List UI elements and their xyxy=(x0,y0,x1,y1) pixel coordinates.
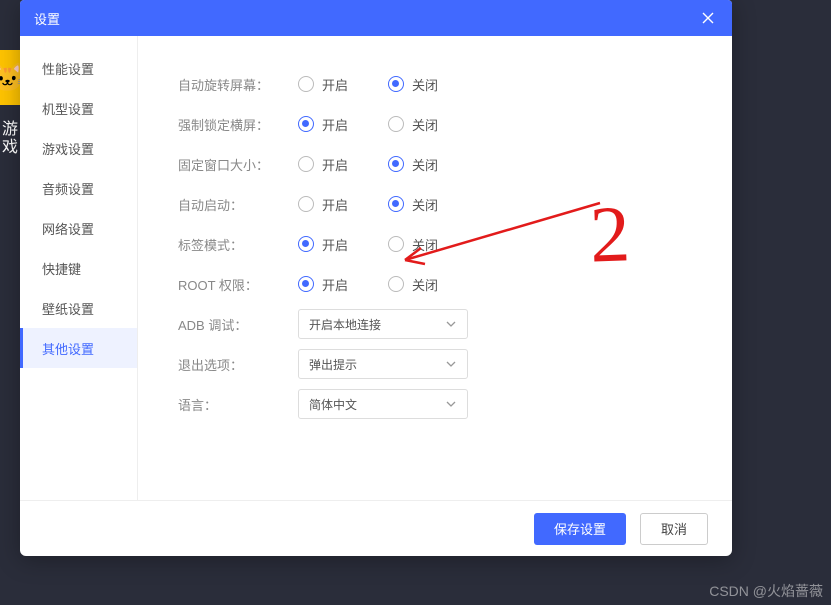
row-language: 语言： 简体中文 xyxy=(178,384,732,424)
radio-label: 开启 xyxy=(322,155,348,174)
radio-icon xyxy=(298,116,314,132)
sidebar-item-shortcut[interactable]: 快捷键 xyxy=(20,248,137,288)
close-icon[interactable] xyxy=(698,8,718,28)
button-label: 取消 xyxy=(661,519,687,538)
radio-icon xyxy=(388,116,404,132)
row-label: 退出选项： xyxy=(178,355,298,374)
radio-icon xyxy=(388,76,404,92)
row-tab-mode: 标签模式： 开启 关闭 xyxy=(178,224,732,264)
sidebar-item-audio[interactable]: 音频设置 xyxy=(20,168,137,208)
radio-on[interactable]: 开启 xyxy=(298,155,348,174)
row-adb: ADB 调试： 开启本地连接 xyxy=(178,304,732,344)
radio-group: 开启 关闭 xyxy=(298,195,438,214)
radio-on[interactable]: 开启 xyxy=(298,275,348,294)
sidebar-item-network[interactable]: 网络设置 xyxy=(20,208,137,248)
sidebar-item-performance[interactable]: 性能设置 xyxy=(20,48,137,88)
sidebar-item-label: 其他设置 xyxy=(42,339,94,358)
sidebar-item-label: 性能设置 xyxy=(42,59,94,78)
settings-modal: 设置 性能设置 机型设置 游戏设置 音频设置 网络设置 快捷键 壁纸设置 其他设… xyxy=(20,0,732,556)
sidebar-item-model[interactable]: 机型设置 xyxy=(20,88,137,128)
bg-sidebar-text: 游戏 xyxy=(0,120,19,156)
radio-label: 关闭 xyxy=(412,235,438,254)
save-button[interactable]: 保存设置 xyxy=(534,513,626,545)
sidebar-item-label: 快捷键 xyxy=(42,259,81,278)
radio-off[interactable]: 关闭 xyxy=(388,195,438,214)
radio-group: 开启 关闭 xyxy=(298,275,438,294)
radio-icon xyxy=(298,196,314,212)
radio-off[interactable]: 关闭 xyxy=(388,275,438,294)
sidebar-item-label: 游戏设置 xyxy=(42,139,94,158)
row-fixed-window: 固定窗口大小： 开启 关闭 xyxy=(178,144,732,184)
select-value: 简体中文 xyxy=(309,396,357,413)
adb-select[interactable]: 开启本地连接 xyxy=(298,309,468,339)
row-label: 自动启动： xyxy=(178,195,298,214)
select-value: 开启本地连接 xyxy=(309,316,381,333)
radio-group: 开启 关闭 xyxy=(298,155,438,174)
radio-icon xyxy=(298,236,314,252)
watermark: CSDN @火焰蔷薇 xyxy=(709,581,823,601)
radio-icon xyxy=(388,196,404,212)
radio-icon xyxy=(388,276,404,292)
row-label: 标签模式： xyxy=(178,235,298,254)
sidebar-item-label: 壁纸设置 xyxy=(42,299,94,318)
chevron-down-icon xyxy=(445,318,457,333)
row-root: ROOT 权限： 开启 关闭 xyxy=(178,264,732,304)
row-exit: 退出选项： 弹出提示 xyxy=(178,344,732,384)
radio-off[interactable]: 关闭 xyxy=(388,155,438,174)
row-auto-start: 自动启动： 开启 关闭 xyxy=(178,184,732,224)
radio-label: 开启 xyxy=(322,235,348,254)
radio-label: 开启 xyxy=(322,275,348,294)
radio-group: 开启 关闭 xyxy=(298,75,438,94)
row-label: 强制锁定横屏： xyxy=(178,115,298,134)
radio-off[interactable]: 关闭 xyxy=(388,75,438,94)
row-force-landscape: 强制锁定横屏： 开启 关闭 xyxy=(178,104,732,144)
row-label: 固定窗口大小： xyxy=(178,155,298,174)
radio-off[interactable]: 关闭 xyxy=(388,235,438,254)
radio-icon xyxy=(298,76,314,92)
sidebar-item-label: 音频设置 xyxy=(42,179,94,198)
radio-label: 关闭 xyxy=(412,115,438,134)
row-label: 语言： xyxy=(178,395,298,414)
select-value: 弹出提示 xyxy=(309,356,357,373)
modal-title: 设置 xyxy=(34,9,698,28)
row-label: ADB 调试： xyxy=(178,315,298,334)
radio-icon xyxy=(388,236,404,252)
radio-label: 关闭 xyxy=(412,275,438,294)
chevron-down-icon xyxy=(445,398,457,413)
sidebar-item-game[interactable]: 游戏设置 xyxy=(20,128,137,168)
row-label: 自动旋转屏幕： xyxy=(178,75,298,94)
radio-group: 开启 关闭 xyxy=(298,235,438,254)
radio-off[interactable]: 关闭 xyxy=(388,115,438,134)
radio-icon xyxy=(388,156,404,172)
radio-icon xyxy=(298,276,314,292)
radio-on[interactable]: 开启 xyxy=(298,75,348,94)
exit-select[interactable]: 弹出提示 xyxy=(298,349,468,379)
sidebar-item-label: 网络设置 xyxy=(42,219,94,238)
row-label: ROOT 权限： xyxy=(178,275,298,294)
settings-content: 自动旋转屏幕： 开启 关闭 强制锁定横屏： 开启 关闭 固定窗口大小： 开启 关… xyxy=(138,36,732,500)
radio-label: 开启 xyxy=(322,195,348,214)
radio-group: 开启 关闭 xyxy=(298,115,438,134)
settings-sidebar: 性能设置 机型设置 游戏设置 音频设置 网络设置 快捷键 壁纸设置 其他设置 xyxy=(20,36,138,500)
radio-label: 关闭 xyxy=(412,195,438,214)
radio-label: 关闭 xyxy=(412,155,438,174)
modal-footer: 保存设置 取消 xyxy=(20,500,732,556)
sidebar-item-wallpaper[interactable]: 壁纸设置 xyxy=(20,288,137,328)
radio-on[interactable]: 开启 xyxy=(298,235,348,254)
radio-label: 关闭 xyxy=(412,75,438,94)
row-auto-rotate: 自动旋转屏幕： 开启 关闭 xyxy=(178,64,732,104)
radio-on[interactable]: 开启 xyxy=(298,195,348,214)
radio-on[interactable]: 开启 xyxy=(298,115,348,134)
chevron-down-icon xyxy=(445,358,457,373)
titlebar: 设置 xyxy=(20,0,732,36)
radio-label: 开启 xyxy=(322,75,348,94)
radio-icon xyxy=(298,156,314,172)
language-select[interactable]: 简体中文 xyxy=(298,389,468,419)
sidebar-item-label: 机型设置 xyxy=(42,99,94,118)
cancel-button[interactable]: 取消 xyxy=(640,513,708,545)
radio-label: 开启 xyxy=(322,115,348,134)
sidebar-item-other[interactable]: 其他设置 xyxy=(20,328,137,368)
button-label: 保存设置 xyxy=(554,519,606,538)
